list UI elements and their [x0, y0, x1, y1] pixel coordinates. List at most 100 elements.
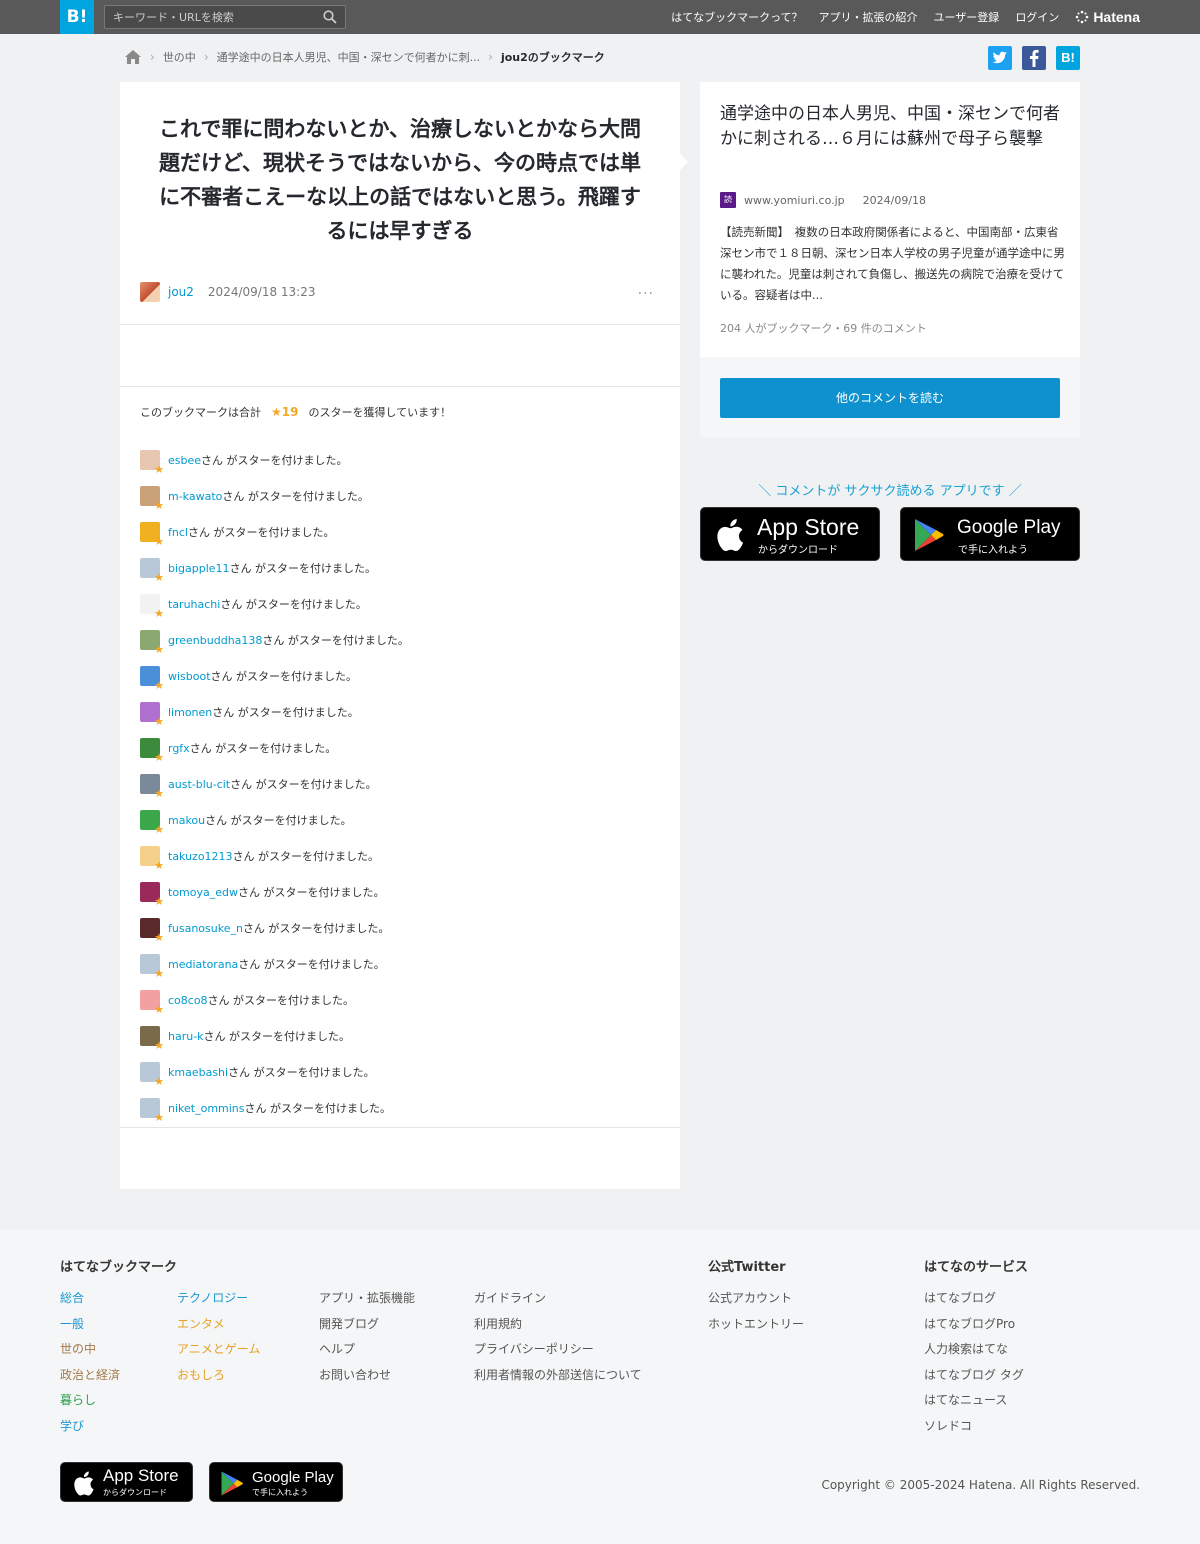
star-user-name[interactable]: fusanosuke_n — [168, 922, 243, 935]
app-store-button[interactable]: App Store からダウンロード — [700, 507, 880, 561]
footer-link-privacy[interactable]: プライバシーポリシー — [474, 1337, 642, 1363]
star-user-name[interactable]: limonen — [168, 706, 212, 719]
footer-link-tech[interactable]: テクノロジー — [177, 1286, 260, 1312]
star-user-name[interactable]: wisboot — [168, 670, 211, 683]
star-user-avatar[interactable]: ★ — [140, 630, 164, 655]
footer-link-blog-tag[interactable]: はてなブログ タグ — [924, 1363, 1028, 1389]
star-user-name[interactable]: greenbuddha138 — [168, 634, 262, 647]
breadcrumb-current: jou2のブックマーク — [500, 51, 605, 64]
star-user-avatar[interactable]: ★ — [140, 882, 164, 907]
star-user-avatar[interactable]: ★ — [140, 1098, 164, 1123]
star-user-name[interactable]: m-kawato — [168, 490, 222, 503]
footer-link-general[interactable]: 総合 — [60, 1286, 177, 1312]
breadcrumb-category[interactable]: 世の中 — [163, 49, 196, 65]
star-user-avatar[interactable]: ★ — [140, 810, 164, 835]
star-user-avatar[interactable]: ★ — [140, 774, 164, 799]
hatena-brand-link[interactable]: Hatena — [1075, 9, 1140, 25]
more-options-icon[interactable]: ··· — [638, 286, 654, 302]
nav-register[interactable]: ユーザー登録 — [934, 9, 1000, 25]
star-user-avatar[interactable]: ★ — [140, 918, 164, 943]
star-user-avatar[interactable]: ★ — [140, 738, 164, 763]
star-user-avatar[interactable]: ★ — [140, 486, 164, 511]
google-play-button[interactable]: Google Play で手に入れよう — [900, 507, 1080, 561]
footer-link-contact[interactable]: お問い合わせ — [319, 1363, 415, 1389]
star-action-text: さん がスターを付けました。 — [238, 886, 385, 899]
star-user-name[interactable]: makou — [168, 814, 205, 827]
footer-link-entertainment[interactable]: エンタメ — [177, 1312, 260, 1338]
footer-google-play-button[interactable]: Google Play で手に入れよう — [209, 1462, 343, 1502]
nav-about[interactable]: はてなブックマークって？ — [671, 9, 802, 25]
footer-link-blog[interactable]: はてなブログ — [924, 1286, 1028, 1312]
entry-domain[interactable]: www.yomiuri.co.jp — [744, 194, 845, 207]
footer-link-politics[interactable]: 政治と経済 — [60, 1363, 177, 1389]
star-user-avatar[interactable]: ★ — [140, 1026, 164, 1051]
star-row: ★ taruhachi さん がスターを付けました。 — [140, 586, 660, 622]
footer-link-anime-game[interactable]: アニメとゲーム — [177, 1337, 260, 1363]
star-user-name[interactable]: tomoya_edw — [168, 886, 238, 899]
star-user-avatar[interactable]: ★ — [140, 666, 164, 691]
star-user-name[interactable]: niket_ommins — [168, 1102, 245, 1115]
footer-link-external-transmission[interactable]: 利用者情報の外部送信について — [474, 1363, 642, 1389]
hatena-bookmark-logo[interactable]: B! — [60, 0, 94, 34]
star-user-name[interactable]: mediatorana — [168, 958, 238, 971]
twitter-share-button[interactable] — [988, 46, 1012, 70]
footer-link-world[interactable]: 世の中 — [60, 1337, 177, 1363]
footer-link-hot-entry[interactable]: ホットエントリー — [708, 1312, 804, 1338]
footer-link-official-account[interactable]: 公式アカウント — [708, 1286, 804, 1312]
star-user-avatar[interactable]: ★ — [140, 450, 164, 475]
chevron-right-icon: › — [150, 50, 155, 64]
star-icon: ★ — [154, 823, 164, 836]
apple-icon — [74, 1471, 94, 1496]
star-icon: ★ — [154, 859, 164, 872]
search-input[interactable] — [105, 6, 310, 29]
footer-link-apps[interactable]: アプリ・拡張機能 — [319, 1286, 415, 1312]
star-user-avatar[interactable]: ★ — [140, 846, 164, 871]
star-user-name[interactable]: esbee — [168, 454, 201, 467]
search-icon[interactable] — [323, 10, 337, 24]
star-user-avatar[interactable]: ★ — [140, 990, 164, 1015]
author-avatar[interactable] — [140, 282, 160, 302]
star-user-avatar[interactable]: ★ — [140, 558, 164, 583]
footer-link-guideline[interactable]: ガイドライン — [474, 1286, 642, 1312]
star-user-avatar[interactable]: ★ — [140, 522, 164, 547]
share-buttons: B! — [988, 46, 1080, 70]
hatena-share-button[interactable]: B! — [1056, 46, 1080, 70]
breadcrumb: › 世の中 › 通学途中の日本人男児、中国・深センで何者かに刺... › jou… — [124, 46, 605, 68]
star-user-name[interactable]: haru-k — [168, 1030, 204, 1043]
author-name[interactable]: jou2 — [168, 285, 194, 299]
footer-link-blog-pro[interactable]: はてなブログPro — [924, 1312, 1028, 1338]
star-user-avatar[interactable]: ★ — [140, 1062, 164, 1087]
star-user-name[interactable]: bigapple11 — [168, 562, 230, 575]
facebook-share-button[interactable] — [1022, 46, 1046, 70]
nav-login[interactable]: ログイン — [1015, 9, 1059, 25]
divider — [120, 324, 680, 325]
star-user-avatar[interactable]: ★ — [140, 702, 164, 727]
star-user-name[interactable]: taruhachi — [168, 598, 220, 611]
breadcrumb-entry[interactable]: 通学途中の日本人男児、中国・深センで何者かに刺... — [217, 49, 481, 65]
footer-link-ippan[interactable]: 一般 — [60, 1312, 177, 1338]
footer-link-jinriki[interactable]: 人力検索はてな — [924, 1337, 1028, 1363]
star-action-text: さん がスターを付けました。 — [229, 562, 377, 575]
footer-link-terms[interactable]: 利用規約 — [474, 1312, 642, 1338]
footer-link-help[interactable]: ヘルプ — [319, 1337, 415, 1363]
star-user-name[interactable]: aust-blu-cit — [168, 778, 230, 791]
footer-link-learning[interactable]: 学び — [60, 1414, 177, 1440]
footer-link-dev-blog[interactable]: 開発ブログ — [319, 1312, 415, 1338]
entry-title[interactable]: 通学途中の日本人男児、中国・深センで何者かに刺される…６月には蘇州で母子ら襲撃 — [720, 102, 1065, 152]
star-user-avatar[interactable]: ★ — [140, 954, 164, 979]
star-user-name[interactable]: takuzo1213 — [168, 850, 233, 863]
footer-link-fun[interactable]: おもしろ — [177, 1363, 260, 1389]
home-icon[interactable] — [124, 49, 142, 65]
star-user-name[interactable]: co8co8 — [168, 994, 208, 1007]
footer-link-life[interactable]: 暮らし — [60, 1388, 177, 1414]
star-user-name[interactable]: rgfx — [168, 742, 190, 755]
footer-app-store-button[interactable]: App Store からダウンロード — [60, 1462, 193, 1502]
footer-link-soredoko[interactable]: ソレドコ — [924, 1414, 1028, 1440]
nav-apps[interactable]: アプリ・拡張の紹介 — [819, 9, 918, 25]
star-user-name[interactable]: fncl — [168, 526, 188, 539]
footer-link-news[interactable]: はてなニュース — [924, 1388, 1028, 1414]
read-other-comments-button[interactable]: 他のコメントを読む — [720, 378, 1060, 418]
star-user-avatar[interactable]: ★ — [140, 594, 164, 619]
star-row: ★ makou さん がスターを付けました。 — [140, 802, 660, 838]
star-user-name[interactable]: kmaebashi — [168, 1066, 228, 1079]
